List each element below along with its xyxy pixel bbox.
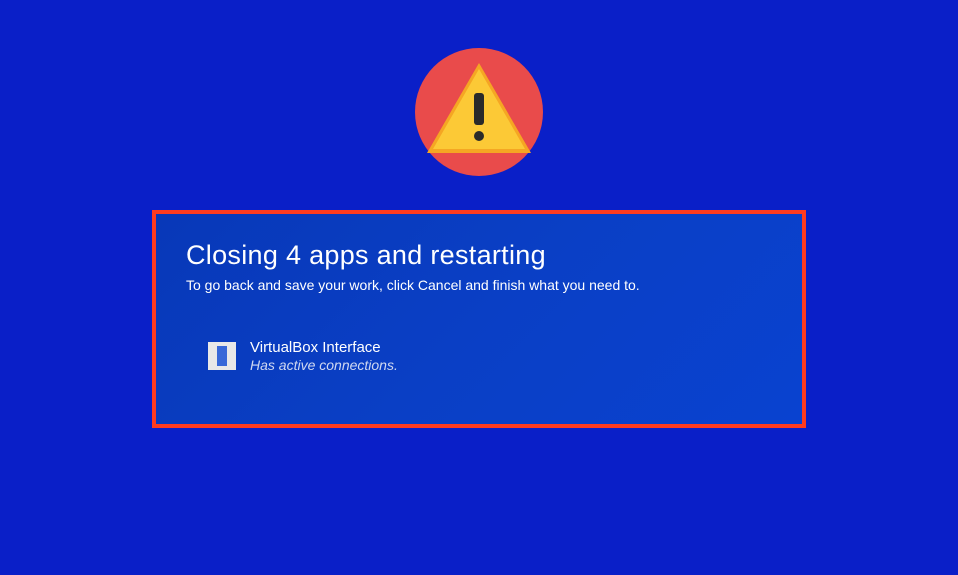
app-info: VirtualBox Interface Has active connecti…: [250, 339, 398, 373]
blocking-app-item: VirtualBox Interface Has active connecti…: [208, 339, 772, 373]
shutdown-dialog: Closing 4 apps and restarting To go back…: [152, 210, 806, 428]
exclamation-dot: [474, 131, 484, 141]
dialog-subtitle: To go back and save your work, click Can…: [186, 277, 772, 293]
exclamation-bar: [474, 93, 484, 125]
app-status: Has active connections.: [250, 357, 398, 373]
app-icon: [208, 342, 236, 370]
dialog-title: Closing 4 apps and restarting: [186, 240, 772, 271]
app-name: VirtualBox Interface: [250, 339, 398, 356]
warning-badge: [415, 48, 543, 176]
warning-triangle-icon: [427, 63, 531, 153]
warning-circle-bg: [415, 48, 543, 176]
